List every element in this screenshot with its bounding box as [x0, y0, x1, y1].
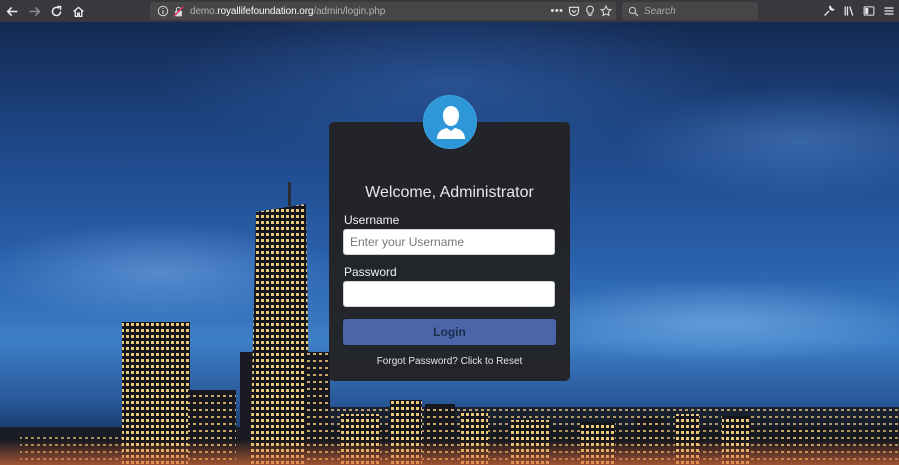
- menu-button[interactable]: [879, 0, 899, 22]
- browser-toolbar: demo.royallifefoundation.org/admin/login…: [0, 0, 899, 22]
- page-actions-button[interactable]: •••: [550, 2, 564, 20]
- hamburger-menu-icon: [884, 7, 894, 15]
- login-page-background: Welcome, Administrator Username Password…: [0, 22, 899, 465]
- sidebar-icon: [863, 6, 875, 16]
- forgot-password-link[interactable]: Forgot Password? Click to Reset: [329, 356, 570, 367]
- forward-button[interactable]: [24, 1, 44, 21]
- username-label: Username: [344, 213, 400, 227]
- url-prefix: demo.: [190, 5, 218, 17]
- home-icon: [72, 6, 84, 17]
- search-bar[interactable]: Search: [622, 2, 758, 20]
- login-card: Welcome, Administrator Username Password…: [329, 122, 570, 381]
- search-placeholder: Search: [644, 5, 676, 17]
- reload-button[interactable]: [46, 1, 66, 21]
- lightbulb-icon[interactable]: [584, 5, 596, 17]
- login-button[interactable]: Login: [343, 319, 556, 345]
- home-button[interactable]: [68, 1, 88, 21]
- password-label: Password: [344, 265, 397, 279]
- url-domain: royallifefoundation.org: [217, 5, 314, 17]
- username-input[interactable]: [343, 229, 555, 255]
- info-icon[interactable]: [157, 5, 169, 17]
- login-title: Welcome, Administrator: [365, 184, 534, 201]
- admin-avatar: [423, 95, 477, 149]
- url-path: /admin/login.php: [313, 5, 386, 17]
- tools-button[interactable]: [819, 0, 839, 22]
- url-text[interactable]: demo.royallifefoundation.org/admin/login…: [190, 6, 385, 17]
- bookmark-star-icon[interactable]: [600, 5, 612, 17]
- wrench-icon: [824, 5, 835, 16]
- back-button[interactable]: [2, 1, 22, 21]
- insecure-lock-icon[interactable]: [173, 5, 184, 17]
- library-icon: [844, 6, 854, 16]
- search-icon: [628, 6, 639, 16]
- url-actions: •••: [550, 2, 612, 20]
- password-input[interactable]: [343, 281, 555, 307]
- back-arrow-icon: [6, 6, 17, 16]
- library-button[interactable]: [839, 0, 859, 22]
- reload-icon: [51, 5, 61, 16]
- url-bar[interactable]: demo.royallifefoundation.org/admin/login…: [150, 2, 616, 20]
- forward-arrow-icon: [29, 6, 40, 16]
- pocket-icon[interactable]: [568, 5, 580, 17]
- toolbar-right: [819, 0, 899, 22]
- user-silhouette-icon: [437, 106, 465, 139]
- sidebar-button[interactable]: [859, 0, 879, 22]
